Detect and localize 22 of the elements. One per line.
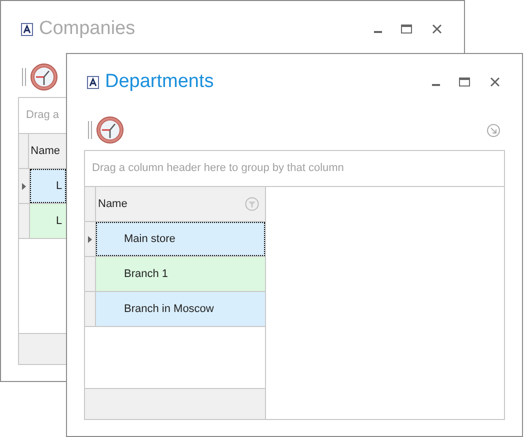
group-panel-hint: Drag a column header here to group by that column	[92, 161, 344, 176]
current-row-icon	[22, 182, 26, 190]
close-icon[interactable]	[432, 24, 442, 34]
grip-icon[interactable]	[88, 121, 92, 139]
group-panel-hint: Drag a	[26, 108, 60, 124]
column-title: Name	[30, 144, 60, 159]
app-icon	[21, 22, 33, 36]
clock-icon[interactable]	[30, 63, 58, 91]
table-cell: L	[30, 204, 66, 238]
current-row-icon	[88, 236, 92, 242]
app-icon	[87, 76, 99, 88]
table-row[interactable]: L	[19, 204, 66, 239]
grip-icon[interactable]	[22, 68, 26, 86]
table-row[interactable]: L	[19, 169, 66, 204]
window-title: Departments	[105, 70, 214, 94]
table-cell: L	[30, 169, 66, 203]
maximize-icon[interactable]	[401, 24, 412, 34]
maximize-icon[interactable]	[459, 77, 470, 87]
column-title: Name	[98, 196, 128, 212]
clock-icon[interactable]	[96, 116, 124, 144]
window-title: Companies	[39, 16, 136, 41]
close-icon[interactable]	[490, 77, 500, 87]
